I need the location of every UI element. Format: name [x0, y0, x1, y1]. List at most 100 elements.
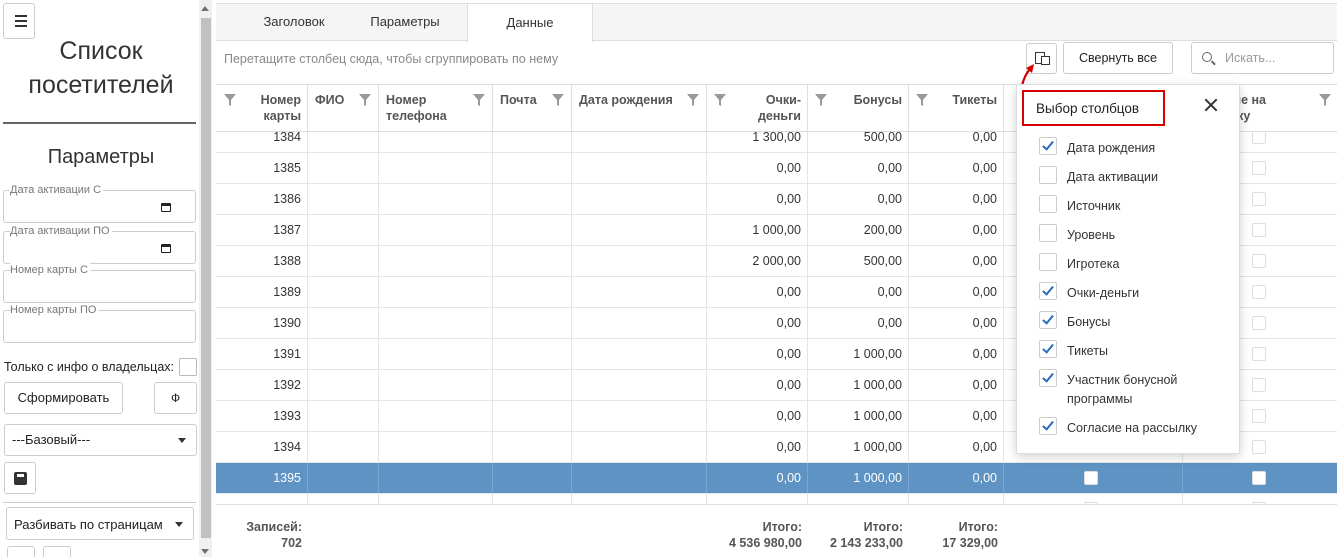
table-cell[interactable]: 0,00 [909, 184, 1004, 214]
table-cell[interactable] [308, 463, 379, 493]
column-option-checkbox[interactable] [1039, 282, 1057, 300]
table-cell[interactable] [379, 463, 493, 493]
calendar-icon[interactable] [161, 203, 171, 212]
table-cell[interactable]: 1387 [216, 215, 308, 245]
table-cell[interactable] [308, 494, 379, 504]
table-cell[interactable]: 1388 [216, 246, 308, 276]
table-cell[interactable]: 0,00 [909, 308, 1004, 338]
filter-icon[interactable] [1319, 94, 1331, 106]
table-cell[interactable] [308, 277, 379, 307]
filter-icon[interactable] [224, 94, 236, 106]
table-cell[interactable] [379, 184, 493, 214]
table-cell[interactable] [379, 153, 493, 183]
table-cell[interactable]: 0,00 [909, 401, 1004, 431]
table-cell[interactable]: 0,00 [707, 339, 808, 369]
table-cell[interactable] [572, 401, 707, 431]
table-cell[interactable]: 1 000,00 [707, 215, 808, 245]
table-cell[interactable]: 0,00 [707, 463, 808, 493]
export-button[interactable] [7, 546, 35, 557]
table-cell[interactable] [379, 370, 493, 400]
table-cell[interactable]: 2 000,00 [707, 246, 808, 276]
close-icon[interactable] [1203, 97, 1219, 113]
row-checkbox[interactable] [1252, 440, 1266, 454]
row-checkbox[interactable] [1084, 471, 1098, 485]
table-cell[interactable]: 0,00 [909, 370, 1004, 400]
table-cell[interactable]: 1 000,00 [808, 432, 909, 462]
search-input[interactable]: Искать... [1191, 42, 1334, 74]
col-header-tickets[interactable]: Тикеты [909, 85, 1004, 131]
table-cell[interactable]: 0,00 [808, 153, 909, 183]
table-cell[interactable]: 0,00 [808, 308, 909, 338]
table-cell[interactable] [493, 246, 572, 276]
table-cell[interactable] [308, 215, 379, 245]
column-option-checkbox[interactable] [1039, 340, 1057, 358]
table-cell[interactable]: 0,00 [909, 339, 1004, 369]
table-cell[interactable] [572, 370, 707, 400]
table-cell[interactable]: 1385 [216, 153, 308, 183]
table-cell[interactable] [493, 308, 572, 338]
table-cell[interactable] [308, 153, 379, 183]
table-cell[interactable] [493, 339, 572, 369]
table-cell[interactable]: 0,00 [909, 432, 1004, 462]
row-checkbox[interactable] [1252, 285, 1266, 299]
filter-icon[interactable] [815, 94, 827, 106]
table-cell[interactable]: 1391 [216, 339, 308, 369]
card-number-from-field[interactable]: Номер карты С [3, 263, 196, 303]
table-cell[interactable]: 0,00 [707, 277, 808, 307]
row-checkbox[interactable] [1252, 223, 1266, 237]
filter-icon[interactable] [916, 94, 928, 106]
table-cell[interactable]: 1393 [216, 401, 308, 431]
card-number-to-field[interactable]: Номер карты ПО [3, 303, 196, 343]
f-button[interactable]: Ф [154, 382, 197, 414]
table-cell[interactable] [493, 463, 572, 493]
col-header-fio[interactable]: ФИО [308, 85, 379, 131]
column-option-checkbox[interactable] [1039, 311, 1057, 329]
column-option-checkbox[interactable] [1039, 417, 1057, 435]
table-cell[interactable]: 0,00 [909, 246, 1004, 276]
table-cell[interactable] [493, 215, 572, 245]
filter-icon[interactable] [714, 94, 726, 106]
table-cell[interactable]: 0,00 [909, 494, 1004, 504]
table-cell[interactable] [308, 184, 379, 214]
column-option-checkbox[interactable] [1039, 137, 1057, 155]
row-checkbox[interactable] [1252, 316, 1266, 330]
row-checkbox[interactable] [1252, 130, 1266, 144]
col-header-bonus[interactable]: Бонусы [808, 85, 909, 131]
activation-date-to-field[interactable]: Дата активации ПО [3, 224, 196, 264]
table-cell[interactable] [379, 215, 493, 245]
column-option-checkbox[interactable] [1039, 195, 1057, 213]
table-cell[interactable]: 0,00 [707, 401, 808, 431]
table-cell[interactable] [572, 463, 707, 493]
table-cell[interactable] [379, 432, 493, 462]
table-cell[interactable] [572, 308, 707, 338]
table-cell[interactable] [493, 401, 572, 431]
table-cell[interactable]: 0,00 [707, 432, 808, 462]
table-cell[interactable] [572, 246, 707, 276]
table-cell[interactable] [572, 215, 707, 245]
table-cell[interactable] [308, 432, 379, 462]
column-option-checkbox[interactable] [1039, 166, 1057, 184]
scroll-down-icon[interactable] [201, 549, 209, 554]
row-checkbox[interactable] [1252, 192, 1266, 206]
table-cell[interactable]: 200,00 [808, 215, 909, 245]
owners-only-checkbox[interactable] [179, 358, 197, 376]
col-header-phone[interactable]: Номер телефона [379, 85, 493, 131]
table-cell[interactable] [572, 339, 707, 369]
col-header-mail[interactable]: Почта [493, 85, 572, 131]
table-cell[interactable]: 0,00 [707, 184, 808, 214]
table-cell[interactable]: 1395 [216, 463, 308, 493]
table-cell[interactable]: 1392 [216, 370, 308, 400]
table-cell[interactable]: 500,00 [808, 246, 909, 276]
table-cell[interactable] [493, 432, 572, 462]
row-checkbox[interactable] [1252, 254, 1266, 268]
table-cell[interactable]: 1396 [216, 494, 308, 504]
row-checkbox[interactable] [1252, 471, 1266, 485]
table-cell[interactable] [493, 153, 572, 183]
activation-date-from-field[interactable]: Дата активации С [3, 183, 196, 223]
calendar-icon[interactable] [161, 244, 171, 253]
sidebar-scrollbar[interactable] [199, 0, 212, 557]
table-cell[interactable] [379, 308, 493, 338]
print-button[interactable] [43, 546, 71, 557]
table-cell[interactable] [572, 153, 707, 183]
col-header-card[interactable]: Номер карты [216, 85, 308, 131]
